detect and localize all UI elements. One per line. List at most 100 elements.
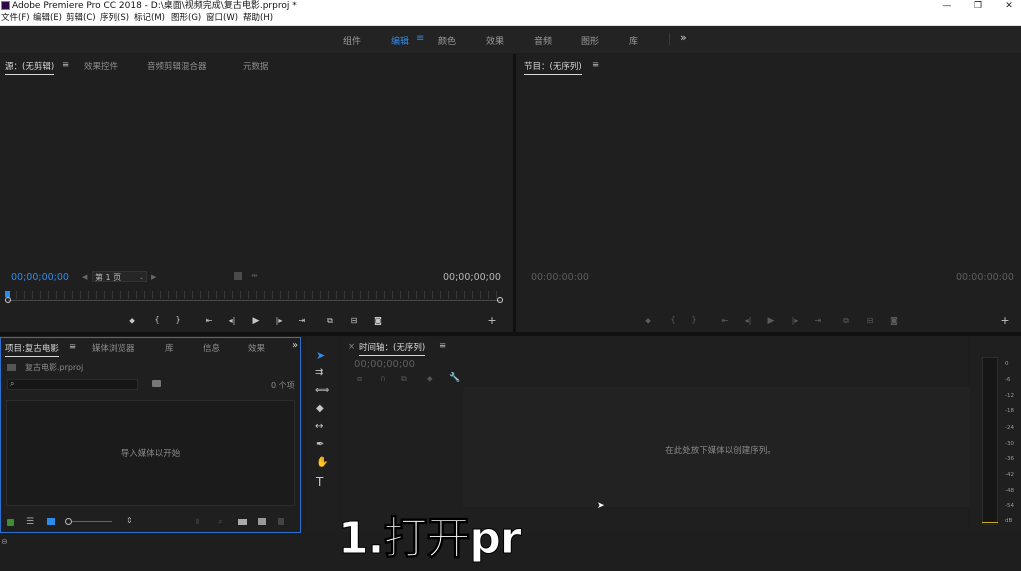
pen-tool-icon[interactable]: ✒ — [316, 439, 324, 450]
ripple-edit-tool-icon[interactable]: ⟺ — [315, 385, 329, 396]
menu-sequence[interactable]: 序列(S) — [100, 12, 129, 25]
step-forward-icon[interactable]: |▸ — [272, 316, 286, 325]
workspace-effects[interactable]: 效果 — [486, 34, 504, 47]
project-search-input[interactable]: ⌕ — [7, 379, 138, 390]
new-bin-icon[interactable] — [238, 519, 247, 525]
step-back-icon[interactable]: ◂| — [225, 316, 239, 325]
tab-effect-controls[interactable]: 效果控件 — [84, 60, 118, 72]
zoom-slider-handle[interactable] — [65, 518, 72, 525]
close-button[interactable]: ✕ — [994, 0, 1021, 12]
page-select[interactable]: 第 1 页 ⌄ — [92, 271, 147, 282]
insert-icon[interactable]: ⧉ — [323, 316, 337, 326]
camera-icon[interactable]: ◙ — [371, 316, 385, 325]
slip-tool-icon[interactable]: ↔ — [315, 421, 323, 432]
workspace-color[interactable]: 颜色 — [438, 34, 456, 47]
hand-tool-icon[interactable]: ✋ — [316, 457, 328, 468]
menu-graphics[interactable]: 图形(G) — [171, 12, 201, 25]
play-icon[interactable]: ▶ — [249, 316, 263, 326]
mark-in-icon[interactable]: { — [666, 315, 680, 324]
step-back-icon[interactable]: ◂| — [741, 316, 755, 325]
tab-effects[interactable]: 效果 — [248, 342, 265, 354]
icon-view-icon[interactable] — [47, 518, 55, 525]
tab-libraries[interactable]: 库 — [165, 342, 174, 354]
go-to-in-icon[interactable]: ⇤ — [718, 316, 732, 325]
linked-selection-icon[interactable]: ⧉ — [401, 374, 407, 384]
automate-to-sequence-icon[interactable]: ⫴ — [196, 518, 199, 527]
play-icon[interactable]: ▶ — [764, 316, 778, 326]
wrench-icon[interactable]: 🔧 — [449, 373, 460, 383]
button-editor-plus-icon[interactable]: + — [485, 314, 499, 327]
menu-file[interactable]: 文件(F) — [1, 12, 30, 25]
add-marker-icon[interactable]: ⬥ — [641, 316, 655, 326]
minimize-button[interactable]: — — [932, 0, 962, 12]
snap-icon[interactable]: ∩ — [380, 374, 386, 383]
list-view-icon[interactable]: ☰ — [26, 517, 34, 527]
nest-toggle-icon[interactable]: ⧈ — [357, 374, 362, 384]
workspace-libraries[interactable]: 库 — [629, 34, 638, 47]
tab-timeline[interactable]: 时间轴：(无序列) — [359, 341, 426, 356]
extract-icon[interactable]: ⊟ — [863, 316, 877, 325]
tab-project[interactable]: 项目:复古电影 — [5, 342, 59, 357]
zoom-handle-left[interactable] — [5, 297, 11, 303]
selection-tool-icon[interactable]: ➤ — [316, 349, 325, 362]
program-playhead-timecode[interactable]: 00:00:00:00 — [531, 272, 589, 283]
menu-edit[interactable]: 编辑(E) — [33, 12, 62, 25]
razor-tool-icon[interactable]: ◆ — [316, 403, 324, 414]
source-playhead-timecode[interactable]: 00;00;00;00 — [11, 272, 69, 283]
project-tab-menu-icon[interactable]: ≡ — [69, 342, 76, 352]
page-next-icon[interactable]: ▶ — [151, 273, 156, 281]
tab-program[interactable]: 节目：(无序列) — [524, 60, 582, 75]
lock-icon[interactable] — [7, 519, 14, 526]
add-marker-icon[interactable]: ⬥ — [125, 316, 139, 326]
drag-video-icon[interactable]: ⇹ — [251, 271, 258, 280]
project-drop-area[interactable]: 导入媒体以开始 — [6, 400, 295, 506]
sort-icon[interactable]: ⇕ — [126, 516, 133, 525]
tab-metadata[interactable]: 元数据 — [243, 60, 269, 72]
trash-icon[interactable] — [278, 518, 284, 525]
new-item-icon[interactable] — [258, 518, 266, 525]
panel-divider[interactable] — [0, 332, 1021, 336]
tab-audio-clip-mixer[interactable]: 音频剪辑混合器 — [147, 60, 207, 72]
zoom-handle-right[interactable] — [497, 297, 503, 303]
go-to-in-icon[interactable]: ⇤ — [202, 316, 216, 325]
source-zoom-track[interactable] — [8, 300, 501, 301]
workspace-audio[interactable]: 音频 — [534, 34, 552, 47]
menu-clip[interactable]: 剪辑(C) — [66, 12, 96, 25]
overwrite-icon[interactable]: ⊟ — [347, 316, 361, 325]
menu-window[interactable]: 窗口(W) — [206, 12, 238, 25]
lift-icon[interactable]: ⧉ — [839, 316, 853, 326]
tab-info[interactable]: 信息 — [203, 342, 220, 354]
timeline-close-icon[interactable]: × — [348, 342, 355, 352]
workspace-more-icon[interactable]: » — [680, 31, 687, 44]
workspace-menu-icon[interactable]: ≡ — [416, 33, 424, 44]
timeline-tab-menu-icon[interactable]: ≡ — [439, 341, 446, 351]
safe-margins-icon[interactable] — [234, 272, 242, 280]
page-prev-icon[interactable]: ◀ — [82, 273, 87, 281]
track-select-tool-icon[interactable]: ⇉ — [315, 367, 323, 378]
find-icon[interactable]: ⌕ — [218, 517, 222, 527]
workspace-graphics[interactable]: 图形 — [581, 34, 599, 47]
workspace-assembly[interactable]: 组件 — [343, 34, 361, 47]
source-tab-menu-icon[interactable]: ≡ — [62, 60, 69, 70]
new-search-bin-icon[interactable] — [152, 380, 161, 387]
menu-help[interactable]: 帮助(H) — [243, 12, 273, 25]
program-tab-menu-icon[interactable]: ≡ — [592, 60, 599, 70]
go-to-out-icon[interactable]: ⇥ — [811, 316, 825, 325]
timeline-timecode[interactable]: 00;00;00;00 — [354, 359, 415, 370]
maximize-button[interactable]: ❐ — [963, 0, 993, 12]
zoom-slider-track[interactable] — [72, 521, 112, 522]
panel-more-icon[interactable]: » — [292, 340, 298, 351]
go-to-out-icon[interactable]: ⇥ — [295, 316, 309, 325]
camera-icon[interactable]: ◙ — [887, 316, 901, 325]
source-time-ruler[interactable] — [8, 291, 501, 299]
type-tool-icon[interactable]: T — [316, 475, 323, 489]
tab-media-browser[interactable]: 媒体浏览器 — [92, 342, 135, 354]
menu-marker[interactable]: 标记(M) — [134, 12, 165, 25]
tab-source[interactable]: 源：(无剪辑) — [5, 60, 55, 75]
timeline-drop-area[interactable]: 在此处放下媒体以创建序列。 — [463, 387, 978, 507]
mark-in-icon[interactable]: { — [150, 315, 164, 324]
workspace-editing[interactable]: 编辑 — [391, 34, 409, 47]
add-marker-icon[interactable]: ⬥ — [427, 374, 433, 384]
button-editor-plus-icon[interactable]: + — [998, 314, 1012, 327]
mark-out-icon[interactable]: } — [687, 315, 701, 324]
